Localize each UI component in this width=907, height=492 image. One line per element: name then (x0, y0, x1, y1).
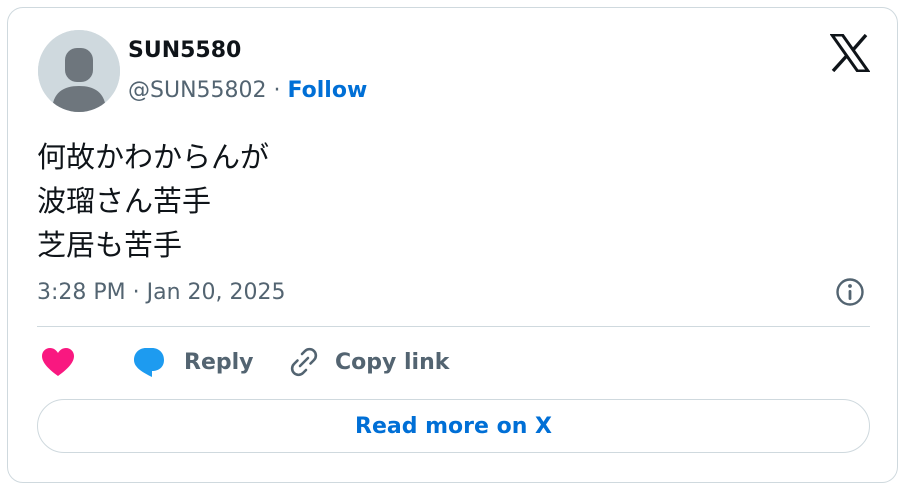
follow-button[interactable]: Follow (288, 78, 368, 103)
tweet-embed-card: SUN5580 @SUN55802 · Follow 何故かわからんが 波瑠さん… (7, 7, 898, 483)
tweet-line: 何故かわからんが (37, 140, 270, 174)
tweet-text: 何故かわからんが 波瑠さん苦手 芝居も苦手 (37, 135, 269, 267)
x-logo-icon[interactable] (830, 34, 870, 72)
handle-row: @SUN55802 · Follow (128, 76, 367, 106)
avatar[interactable] (38, 30, 120, 112)
divider (37, 326, 870, 327)
read-more-label: Read more on X (355, 413, 552, 439)
like-button[interactable] (41, 344, 75, 380)
link-icon (290, 347, 318, 377)
heart-icon (42, 348, 74, 376)
copy-link-label: Copy link (335, 349, 450, 375)
separator-dot: · (273, 78, 281, 103)
tweet-timestamp[interactable]: 3:28 PM · Jan 20, 2025 (37, 278, 286, 308)
default-avatar-icon (38, 30, 120, 112)
display-name[interactable]: SUN5580 (128, 36, 241, 66)
copy-link-button[interactable]: Copy link (287, 344, 449, 380)
user-handle[interactable]: @SUN55802 (128, 78, 267, 103)
tweet-line: 芝居も苦手 (37, 228, 183, 262)
reply-button[interactable]: Reply (132, 344, 254, 380)
tweet-line: 波瑠さん苦手 (37, 184, 212, 218)
speech-bubble-icon (134, 348, 164, 377)
reply-label: Reply (184, 349, 254, 375)
info-icon[interactable] (834, 276, 866, 308)
read-more-button[interactable]: Read more on X (37, 399, 870, 453)
